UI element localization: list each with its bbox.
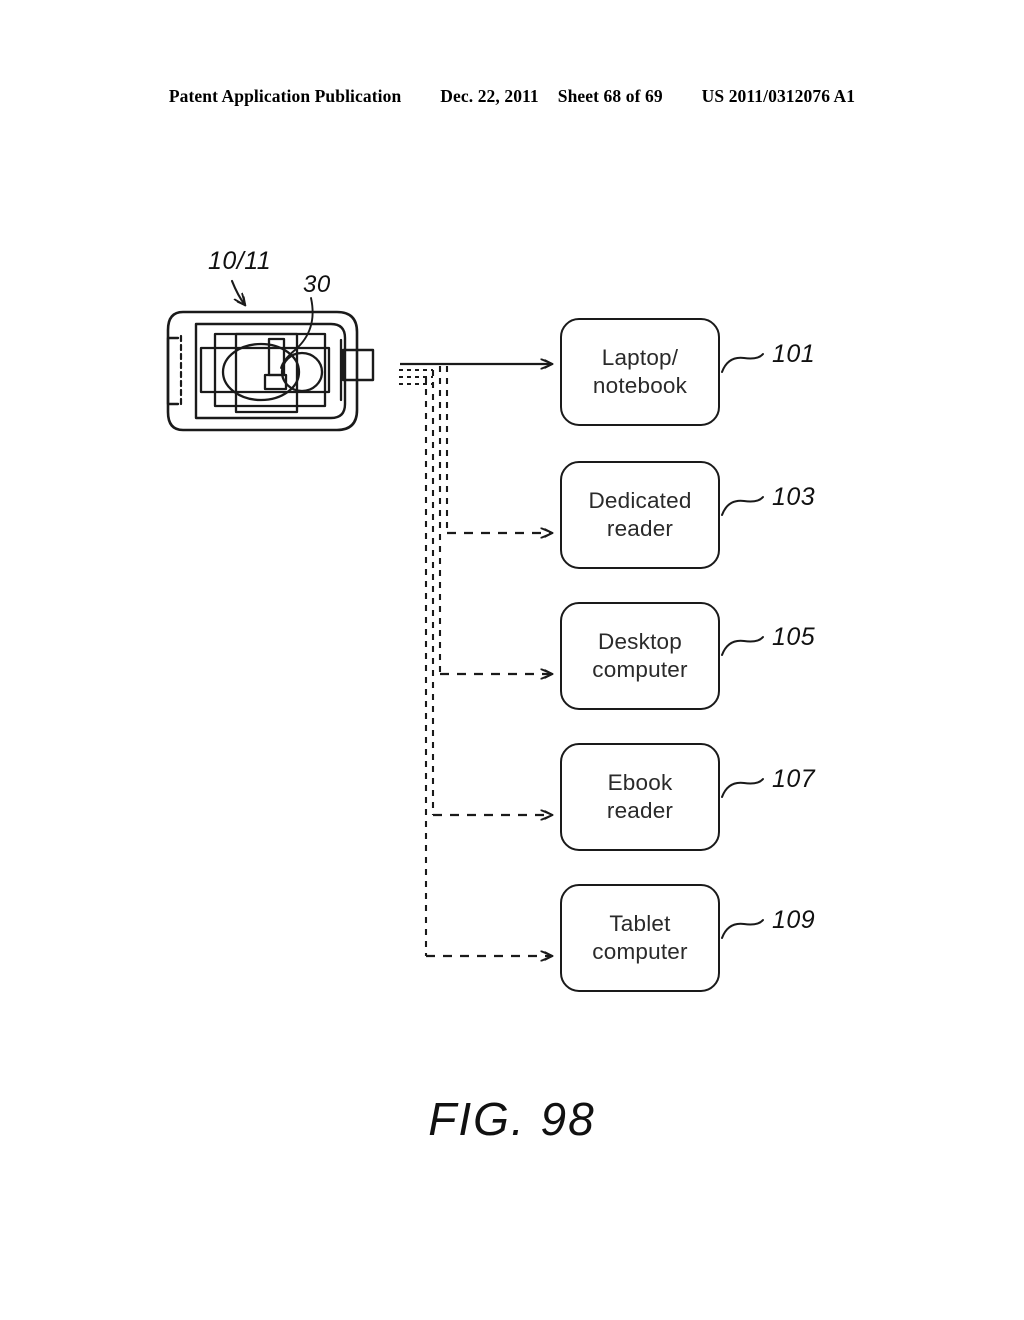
target-label-tablet-line2: computer [592,939,688,964]
target-ref-103: 103 [772,483,816,511]
target-label-dedicated-line2: reader [606,516,674,541]
lead-line-10-11 [230,279,245,305]
ref-leader-101 [721,353,764,373]
source-device-illustration [166,310,375,432]
device-side-button [166,336,180,406]
target-label-desktop-line1: Desktop [598,629,682,655]
ref-leader-103 [721,496,764,516]
figure-caption: FIG. 98 [428,1093,596,1145]
ref-leader-105 [721,636,764,656]
target-ref-105: 105 [772,623,816,651]
bus-vertical-trunk [424,366,449,956]
device-ref-label-10-11: 10/11 [208,247,272,275]
target-label-dedicated-line1: Dedicated [588,488,692,514]
target-label-laptop-line2: notebook [592,373,688,398]
target-ref-109: 109 [772,906,816,934]
target-label-tablet-line1: Tablet [609,911,671,937]
target-box-ebook-reader[interactable]: Ebook reader [560,743,720,851]
target-label-laptop-line1: Laptop/ [601,345,679,371]
ref-leader-107 [721,778,764,798]
bus-pickup-dashes [399,368,433,386]
ref-leader-109 [721,919,764,939]
connection-bus [399,364,552,956]
target-label-desktop-line2: computer [592,657,688,682]
reference-leaders [721,353,764,939]
target-box-desktop-computer[interactable]: Desktop computer [560,602,720,710]
device-ref-label-30: 30 [303,271,331,298]
target-label-ebook-line1: Ebook [607,770,673,796]
target-box-tablet-computer[interactable]: Tablet computer [560,884,720,992]
target-ref-107: 107 [772,765,816,793]
target-ref-101: 101 [772,340,816,368]
target-label-ebook-line2: reader [606,798,674,823]
device-ellipse-small [280,351,324,393]
target-box-laptop-notebook[interactable]: Laptop/ notebook [560,318,720,426]
target-box-dedicated-reader[interactable]: Dedicated reader [560,461,720,569]
